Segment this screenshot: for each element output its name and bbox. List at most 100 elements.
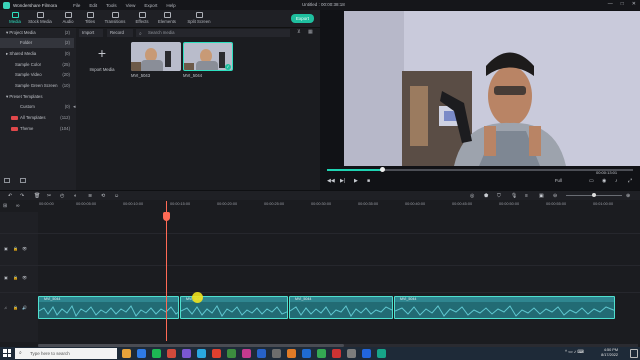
taskbar-app-icon[interactable] (377, 349, 386, 358)
undo-icon[interactable]: ↶ (8, 193, 12, 199)
fullscreen-icon[interactable]: ⤢ (628, 178, 632, 184)
taskbar-app-icon[interactable] (302, 349, 311, 358)
zoom-in-icon[interactable]: ⊕ (626, 193, 630, 199)
color-icon[interactable]: ◐ (74, 193, 77, 199)
maximize-button[interactable]: □ (621, 1, 624, 7)
zoom-out-icon[interactable]: ⊖ (553, 193, 557, 199)
system-tray-icons[interactable]: ^ ▭ ♪ ⌨ (565, 349, 584, 355)
tab-split-screen[interactable]: Split Screen (184, 11, 214, 27)
media-item-mvi-5044[interactable]: ✓ MVI_5044 (183, 42, 233, 78)
sidebar-item-project-media[interactable]: ▾ Project Media (2) (0, 28, 74, 38)
taskbar-app-icon[interactable] (242, 349, 251, 358)
track-1-eye-icon[interactable]: 👁 (22, 275, 27, 280)
tab-effects[interactable]: Effects (129, 11, 155, 27)
taskbar-app-icon[interactable] (152, 349, 161, 358)
tab-media[interactable]: Media (2, 11, 28, 27)
menu-tools[interactable]: Tools (106, 3, 117, 8)
import-media-tile[interactable]: + Import Media (77, 42, 127, 78)
tab-transitions[interactable]: Transitions (102, 11, 128, 27)
tab-titles[interactable]: Titles (77, 11, 103, 27)
import-dropdown[interactable]: Import (79, 29, 103, 37)
motion-icon[interactable]: ⟲ (101, 193, 105, 199)
taskbar-app-icon[interactable] (287, 349, 296, 358)
camera-icon[interactable]: ◉ (602, 178, 606, 184)
sidebar-item-theme[interactable]: Theme (104) (0, 124, 74, 134)
playhead-handle[interactable] (163, 212, 170, 221)
menu-view[interactable]: View (126, 3, 136, 8)
sidebar-item-shared-media[interactable]: ▸ Shared Media (0) (0, 49, 74, 59)
audio-track-speaker-icon[interactable]: 🔊 (22, 305, 27, 310)
collapse-arrow-icon[interactable]: ◂ (73, 104, 76, 110)
menu-help[interactable]: Help (166, 3, 175, 8)
voiceover-icon[interactable]: ≡ (525, 193, 528, 199)
timeline-clip-1[interactable]: MVI_5044 (38, 296, 179, 319)
sidebar-item-sample-video[interactable]: Sample Video (20) (0, 70, 74, 80)
sidebar-item-preset-templates[interactable]: ▾ Preset Templates (0, 92, 74, 102)
sidebar-item-folder[interactable]: Folder (2) (0, 38, 74, 48)
filter-icon[interactable]: ⊻ (297, 29, 301, 35)
track-2-lock-icon[interactable]: 🔒 (13, 246, 18, 251)
render-icon[interactable]: ◎ (470, 193, 474, 199)
record-dropdown[interactable]: Record (107, 29, 133, 37)
taskbar-app-icon[interactable] (347, 349, 356, 358)
delete-icon[interactable]: 🗑 (34, 193, 40, 199)
shield-icon[interactable]: ⛉ (497, 193, 501, 199)
media-item-mvi-5043[interactable]: MVI_5043 (131, 42, 181, 78)
taskbar-app-icon[interactable] (197, 349, 206, 358)
taskbar-app-icon[interactable] (167, 349, 176, 358)
taskbar-clock[interactable]: 4:50 PM 8/17/2022 (601, 348, 618, 358)
snapshot-icon[interactable]: ▣ (539, 193, 544, 199)
taskbar-app-icon[interactable] (227, 349, 236, 358)
monitor-icon[interactable]: ▭ (589, 178, 594, 184)
taskbar-app-icon[interactable] (272, 349, 281, 358)
step-forward-button[interactable]: ▶| (340, 178, 345, 184)
taskbar-app-icon[interactable] (317, 349, 326, 358)
timeline-clip-4[interactable]: MVI_5044 (394, 296, 615, 319)
folder-icon[interactable] (20, 178, 26, 183)
link-icon[interactable]: ∞ (16, 203, 20, 209)
zoom-slider-handle[interactable] (592, 193, 596, 197)
track-1-lock-icon[interactable]: 🔒 (13, 275, 18, 280)
track-2-eye-icon[interactable]: 👁 (22, 246, 27, 251)
play-button[interactable]: ▶ (354, 178, 358, 184)
playback-scrubber-handle[interactable] (380, 167, 385, 172)
timeline-clip-3[interactable]: MVI_5044 (289, 296, 393, 319)
taskbar-app-icon[interactable] (182, 349, 191, 358)
taskbar-app-icon[interactable] (212, 349, 221, 358)
close-button[interactable]: ✕ (632, 1, 636, 7)
taskbar-app-icon[interactable] (137, 349, 146, 358)
rewind-button[interactable]: ◀◀ (327, 178, 335, 184)
microphone-icon[interactable]: 🎙 (511, 193, 517, 199)
export-button[interactable]: Export (291, 14, 314, 23)
add-track-icon[interactable]: ⊞ (3, 203, 7, 209)
sidebar-item-custom[interactable]: Custom (0) (0, 102, 74, 112)
menu-file[interactable]: File (73, 3, 80, 8)
stop-button[interactable]: ■ (367, 178, 370, 184)
tab-elements[interactable]: Elements (154, 11, 180, 27)
new-folder-icon[interactable] (4, 178, 10, 183)
cut-icon[interactable]: ✂ (47, 193, 51, 199)
sidebar-item-all-templates[interactable]: All Templates (112) (0, 113, 74, 123)
grid-view-icon[interactable]: ▦ (308, 29, 313, 35)
taskbar-app-icon[interactable] (362, 349, 371, 358)
quality-dropdown[interactable]: Full (555, 178, 562, 183)
sidebar-item-sample-green-screen[interactable]: Sample Green Screen (10) (0, 81, 74, 91)
sidebar-item-sample-color[interactable]: Sample Color (25) (0, 60, 74, 70)
redo-icon[interactable]: ↷ (20, 193, 24, 199)
notification-icon[interactable] (630, 349, 638, 358)
marker-icon[interactable]: ⬟ (484, 193, 488, 199)
menu-edit[interactable]: Edit (89, 3, 97, 8)
taskbar-app-icon[interactable] (332, 349, 341, 358)
search-input[interactable]: ⌕ Search media (136, 29, 290, 37)
minimize-button[interactable]: — (608, 1, 613, 7)
windows-start-icon[interactable] (3, 349, 11, 357)
taskbar-search-input[interactable]: ⌕ Type here to search (15, 348, 117, 359)
tab-stock-media[interactable]: Stock Media (27, 11, 53, 27)
stabilize-icon[interactable]: ☺ (114, 193, 119, 199)
taskbar-app-icon[interactable] (257, 349, 266, 358)
volume-icon[interactable]: ♪ (615, 178, 618, 184)
audio-mixer-icon[interactable]: ≋ (88, 193, 92, 199)
audio-track-lock-icon[interactable]: 🔒 (13, 305, 18, 310)
speed-icon[interactable]: ◴ (60, 193, 64, 199)
menu-export[interactable]: Export (144, 3, 157, 8)
